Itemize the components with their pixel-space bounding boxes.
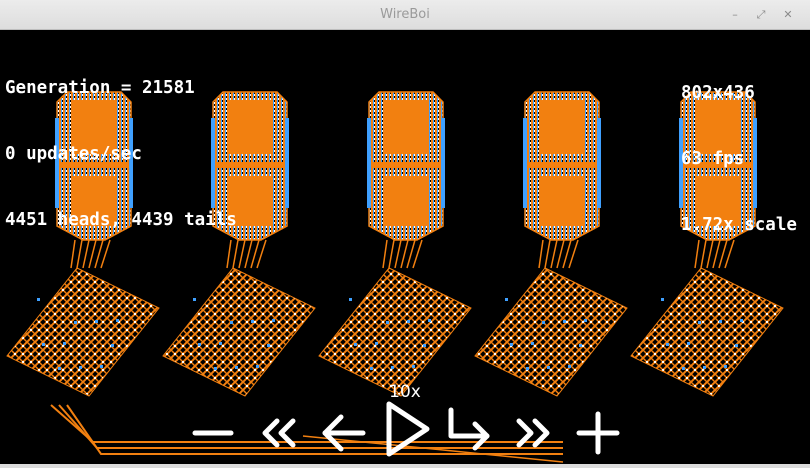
minimize-icon[interactable]: –	[728, 8, 742, 22]
close-icon[interactable]: ✕	[781, 8, 795, 22]
double-chevron-right-icon	[516, 418, 550, 448]
double-chevron-left-icon	[262, 418, 296, 448]
simulation-canvas[interactable]: Generation = 21581 0 updates/sec 4451 he…	[3, 30, 807, 466]
step-arrow-icon	[448, 407, 490, 451]
app-window: WireBoi – ⤢ ✕ Generation = 21581 0 updat…	[0, 0, 810, 468]
arrow-left-icon	[322, 414, 366, 452]
scale-readout: 1.72x scale	[681, 215, 797, 235]
digit-display-3	[318, 91, 472, 397]
title-bar[interactable]: WireBoi – ⤢ ✕	[0, 0, 810, 30]
play-button[interactable]	[379, 398, 435, 460]
stats-panel: Generation = 21581 0 updates/sec 4451 he…	[5, 33, 237, 275]
generation-counter: Generation = 21581	[5, 78, 195, 98]
step-forward-button[interactable]	[443, 406, 495, 456]
updates-rate: 0 updates/sec	[5, 144, 142, 164]
digit-display-4	[474, 91, 628, 397]
rewind-button[interactable]	[255, 413, 301, 453]
resolution-readout: 802x436	[681, 83, 755, 103]
window-bottom-border	[0, 464, 810, 468]
play-triangle-icon	[386, 401, 430, 457]
zoom-out-button[interactable]	[191, 413, 237, 453]
maximize-icon[interactable]: ⤢	[754, 8, 768, 22]
render-info-panel: 802x436 63 fps 1.72x scale	[681, 38, 797, 280]
cell-counts: 4451 heads, 4439 tails	[5, 210, 237, 230]
step-back-button[interactable]	[317, 411, 369, 455]
window-title: WireBoi	[380, 7, 430, 22]
zoom-in-button[interactable]	[575, 410, 621, 456]
fps-readout: 63 fps	[681, 149, 745, 169]
fast-forward-button[interactable]	[511, 413, 557, 453]
plus-icon	[576, 411, 620, 455]
